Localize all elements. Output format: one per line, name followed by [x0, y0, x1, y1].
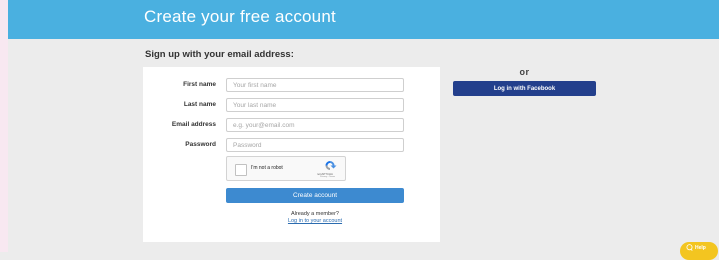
chat-bubble-icon: [686, 244, 693, 251]
email-label: Email address: [171, 121, 216, 128]
email-field[interactable]: [226, 118, 404, 132]
recaptcha-logo-icon: [325, 161, 337, 170]
first-name-label: First name: [183, 81, 216, 88]
password-field[interactable]: [226, 138, 404, 152]
help-button[interactable]: Help: [680, 242, 718, 260]
or-divider: or: [519, 67, 530, 77]
recaptcha-terms[interactable]: Privacy - Terms: [320, 176, 335, 178]
create-account-button[interactable]: Create account: [226, 188, 404, 203]
login-link[interactable]: Log in to your account: [226, 218, 404, 224]
last-name-field[interactable]: [226, 98, 404, 112]
last-name-label: Last name: [183, 101, 216, 108]
recaptcha-checkbox[interactable]: [235, 164, 247, 176]
left-edge-strip: [0, 0, 8, 252]
password-label: Password: [185, 141, 216, 148]
help-label: Help: [695, 245, 706, 251]
first-name-field[interactable]: [226, 78, 404, 92]
signup-heading: Sign up with your email address:: [145, 49, 294, 60]
recaptcha-label: I'm not a robot: [251, 165, 283, 171]
already-member-text: Already a member?: [291, 211, 339, 217]
page-header: Create your free account: [8, 0, 719, 39]
page-title: Create your free account: [144, 7, 336, 26]
recaptcha-widget: I'm not a robot reCAPTCHA Privacy - Term…: [226, 156, 346, 181]
facebook-login-button[interactable]: Log in with Facebook: [453, 81, 596, 96]
